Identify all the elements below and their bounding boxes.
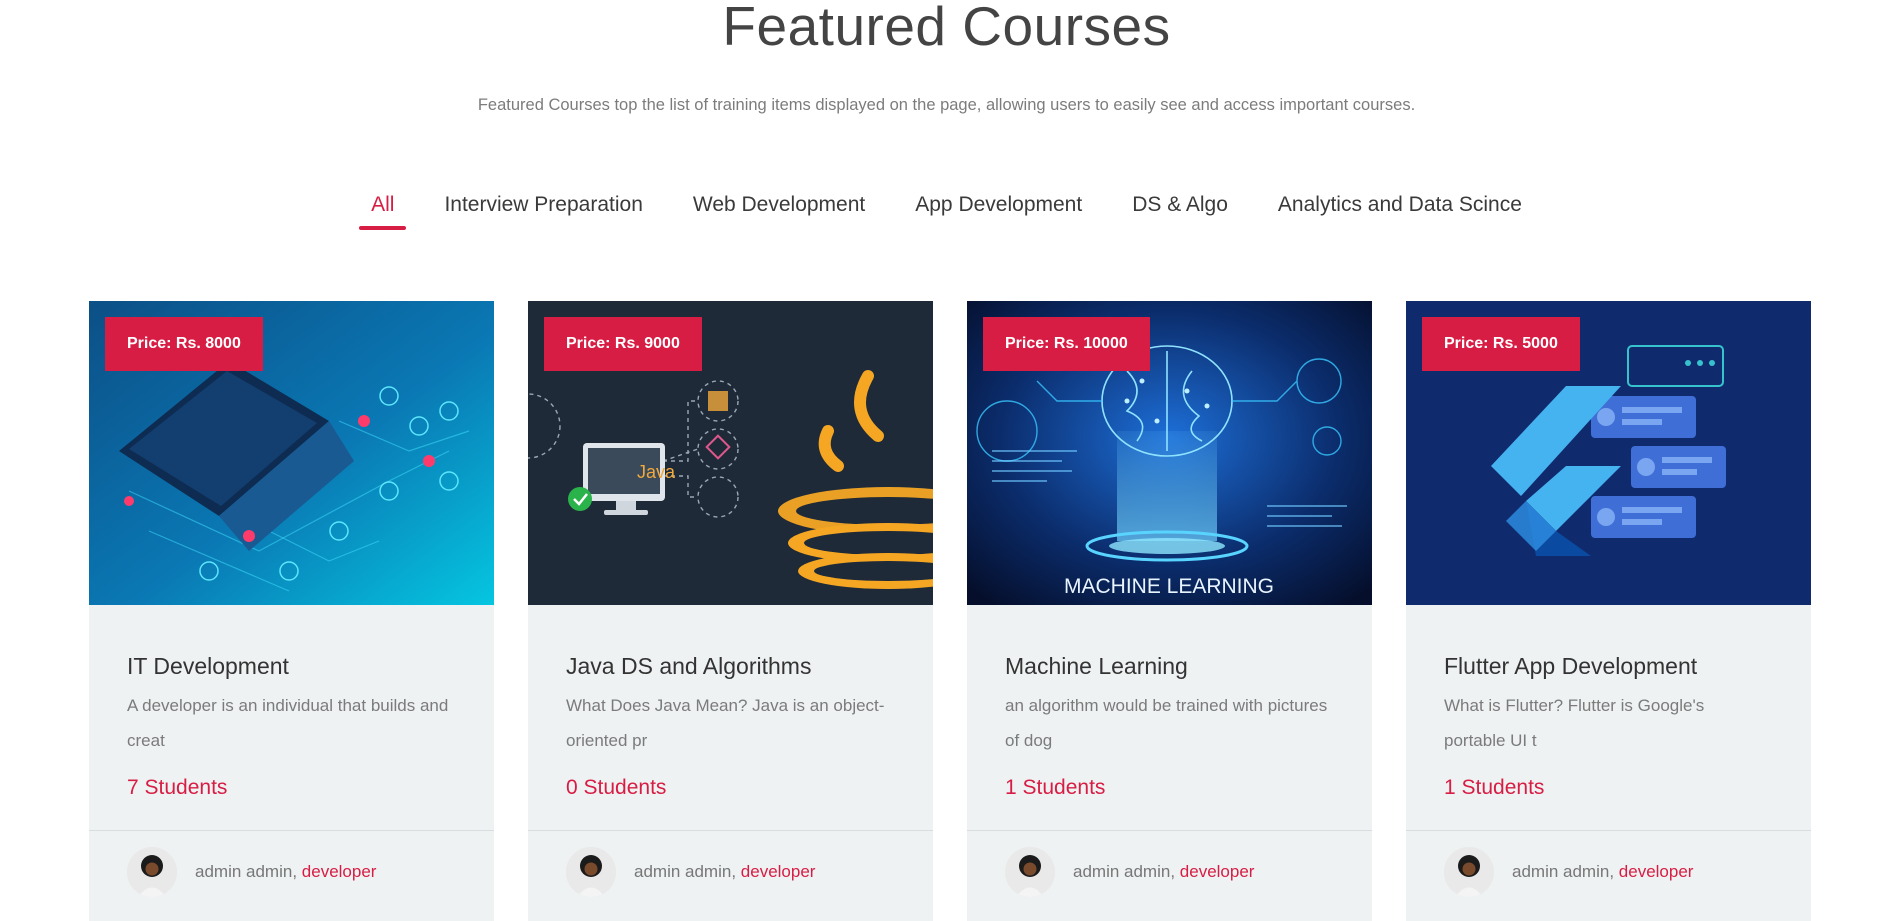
course-card[interactable]: Price: Rs. 5000 Flutter App Development … — [1406, 301, 1811, 921]
author-info: admin admin, developer — [634, 862, 816, 881]
course-description: What Does Java Mean? Java is an object-o… — [566, 696, 885, 750]
avatar-person-icon — [1444, 847, 1494, 897]
tab-analytics-data-science[interactable]: Analytics and Data Scince — [1278, 193, 1522, 230]
tab-interview-preparation[interactable]: Interview Preparation — [444, 193, 642, 230]
course-thumbnail[interactable]: MACHINE LEARNING Price: Rs. 10000 — [967, 301, 1372, 605]
course-description: What is Flutter? Flutter is Google's por… — [1444, 696, 1705, 750]
author-name: admin admin — [195, 862, 293, 881]
course-thumbnail[interactable]: Java Price: Rs. 9000 — [528, 301, 933, 605]
course-card[interactable]: Java Price: Rs. 9000 Java DS and Algorit… — [528, 301, 933, 921]
student-count: 0 Students — [566, 776, 667, 799]
course-card-footer: admin admin, developer — [528, 830, 933, 913]
course-card-footer: admin admin, developer — [967, 830, 1372, 913]
course-card-body: Java DS and Algorithms What Does Java Me… — [528, 605, 933, 830]
price-badge: Price: Rs. 8000 — [105, 317, 263, 371]
course-thumbnail[interactable]: Price: Rs. 5000 — [1406, 301, 1811, 605]
course-title[interactable]: Machine Learning — [1005, 653, 1334, 680]
course-thumbnail[interactable]: Price: Rs. 8000 — [89, 301, 494, 605]
course-filter-tabs: All Interview Preparation Web Developmen… — [0, 193, 1893, 230]
avatar — [127, 847, 177, 897]
tab-web-development[interactable]: Web Development — [693, 193, 865, 230]
author-role-link[interactable]: developer — [1180, 862, 1255, 881]
course-card-body: IT Development A developer is an individ… — [89, 605, 494, 830]
avatar-person-icon — [566, 847, 616, 897]
java-text-label: Java — [637, 462, 676, 482]
author-name: admin admin — [1512, 862, 1610, 881]
author-name: admin admin — [634, 862, 732, 881]
avatar — [1005, 847, 1055, 897]
price-badge: Price: Rs. 10000 — [983, 317, 1150, 371]
course-description: A developer is an individual that builds… — [127, 696, 449, 750]
avatar — [1444, 847, 1494, 897]
course-card-footer: admin admin, developer — [1406, 830, 1811, 913]
course-card-footer: admin admin, developer — [89, 830, 494, 913]
course-description: an algorithm would be trained with pictu… — [1005, 696, 1328, 750]
avatar — [566, 847, 616, 897]
author-role-link[interactable]: developer — [1619, 862, 1694, 881]
student-count: 7 Students — [127, 776, 228, 799]
section-title: Featured Courses — [722, 0, 1171, 57]
author-name: admin admin — [1073, 862, 1171, 881]
course-card[interactable]: MACHINE LEARNING Price: Rs. 10000 Machin… — [967, 301, 1372, 921]
author-info: admin admin, developer — [1512, 862, 1694, 881]
course-title[interactable]: Flutter App Development — [1444, 653, 1773, 680]
tab-all[interactable]: All — [358, 193, 407, 230]
section-subtitle: Featured Courses top the list of trainin… — [477, 96, 1416, 114]
avatar-person-icon — [1005, 847, 1055, 897]
course-title[interactable]: Java DS and Algorithms — [566, 653, 895, 680]
course-card-body: Flutter App Development What is Flutter?… — [1406, 605, 1811, 830]
machine-learning-text-label: MACHINE LEARNING — [1064, 575, 1274, 598]
price-badge: Price: Rs. 5000 — [1422, 317, 1580, 371]
course-card[interactable]: Price: Rs. 8000 IT Development A develop… — [89, 301, 494, 921]
course-card-body: Machine Learning an algorithm would be t… — [967, 605, 1372, 830]
price-badge: Price: Rs. 9000 — [544, 317, 702, 371]
featured-courses-section: Featured Courses Featured Courses top th… — [0, 0, 1893, 921]
author-info: admin admin, developer — [1073, 862, 1255, 881]
course-title[interactable]: IT Development — [127, 653, 456, 680]
tab-ds-algo[interactable]: DS & Algo — [1132, 193, 1228, 230]
course-card-list: Price: Rs. 8000 IT Development A develop… — [89, 301, 1811, 921]
author-role-link[interactable]: developer — [302, 862, 377, 881]
tab-app-development[interactable]: App Development — [915, 193, 1082, 230]
student-count: 1 Students — [1444, 776, 1545, 799]
student-count: 1 Students — [1005, 776, 1106, 799]
avatar-person-icon — [127, 847, 177, 897]
author-info: admin admin, developer — [195, 862, 377, 881]
author-role-link[interactable]: developer — [741, 862, 816, 881]
